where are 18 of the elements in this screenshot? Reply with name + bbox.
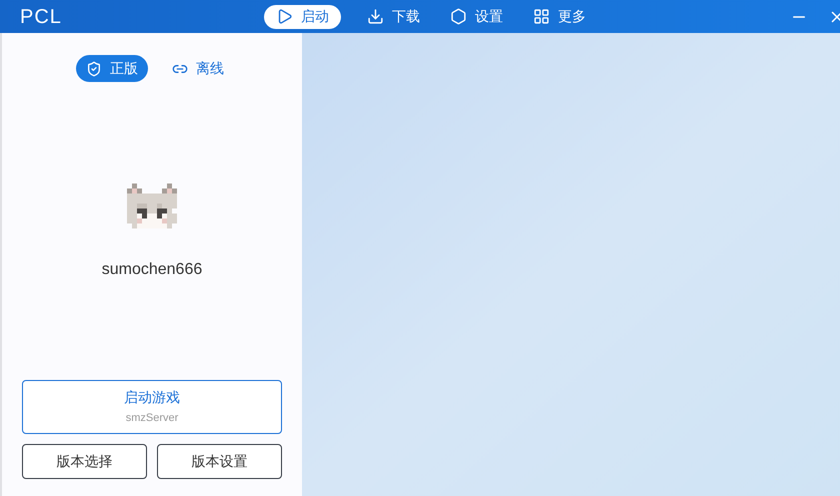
grid-icon bbox=[533, 8, 550, 25]
play-icon bbox=[276, 8, 293, 25]
nav-tab[interactable]: 启动 bbox=[264, 4, 341, 28]
nav-tab[interactable]: 下载 bbox=[363, 4, 424, 28]
version-button[interactable]: 版本设置 bbox=[157, 444, 282, 479]
app-title: PCL bbox=[20, 4, 62, 30]
launch-game-button[interactable]: 启动游戏 smzServer bbox=[22, 380, 282, 434]
login-mode-tab[interactable]: 离线 bbox=[168, 55, 228, 82]
launch-subtitle: smzServer bbox=[126, 411, 178, 426]
download-icon bbox=[367, 8, 384, 25]
launch-label: 启动游戏 bbox=[124, 388, 180, 408]
nav-tab[interactable]: 更多 bbox=[529, 4, 590, 28]
nav-tab[interactable]: 设置 bbox=[446, 4, 507, 28]
username: sumochen666 bbox=[102, 260, 202, 280]
version-button[interactable]: 版本选择 bbox=[22, 444, 147, 479]
shield-check-icon bbox=[86, 60, 102, 76]
settings-icon bbox=[450, 8, 467, 25]
login-mode-tab[interactable]: 正版 bbox=[76, 55, 148, 82]
